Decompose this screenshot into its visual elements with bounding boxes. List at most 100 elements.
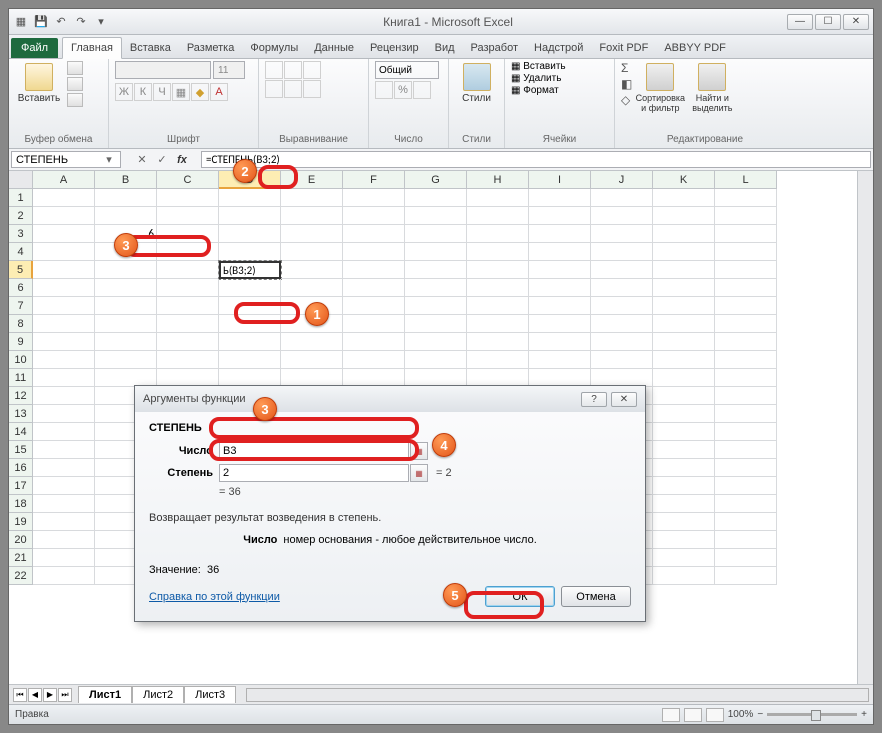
cell-I9[interactable] — [529, 333, 591, 351]
cell-K7[interactable] — [653, 297, 715, 315]
col-header-A[interactable]: A — [33, 171, 95, 189]
cell-K13[interactable] — [653, 405, 715, 423]
cell-I2[interactable] — [529, 207, 591, 225]
view-layout-button[interactable] — [684, 708, 702, 722]
row-header-20[interactable]: 20 — [9, 531, 33, 549]
cell-B9[interactable] — [95, 333, 157, 351]
col-header-K[interactable]: K — [653, 171, 715, 189]
cell-K3[interactable] — [653, 225, 715, 243]
fill-icon[interactable]: ◧ — [621, 77, 632, 91]
cell-F1[interactable] — [343, 189, 405, 207]
cell-J2[interactable] — [591, 207, 653, 225]
cell-K16[interactable] — [653, 459, 715, 477]
row-header-22[interactable]: 22 — [9, 567, 33, 585]
tab-insert[interactable]: Вставка — [122, 38, 179, 58]
cell-D4[interactable] — [219, 243, 281, 261]
cell-A16[interactable] — [33, 459, 95, 477]
namebox-dropdown-icon[interactable]: ▾ — [102, 153, 116, 166]
cell-A11[interactable] — [33, 369, 95, 387]
cell-I4[interactable] — [529, 243, 591, 261]
cell-I3[interactable] — [529, 225, 591, 243]
cell-I10[interactable] — [529, 351, 591, 369]
save-icon[interactable]: 💾 — [33, 14, 49, 30]
row-header-7[interactable]: 7 — [9, 297, 33, 315]
cell-H5[interactable] — [467, 261, 529, 279]
col-header-J[interactable]: J — [591, 171, 653, 189]
currency-icon[interactable] — [375, 81, 393, 99]
find-select-button[interactable]: Найти и выделить — [688, 61, 736, 115]
fill-color-button[interactable]: ◆ — [191, 83, 209, 101]
cell-A9[interactable] — [33, 333, 95, 351]
cell-K18[interactable] — [653, 495, 715, 513]
cell-F3[interactable] — [343, 225, 405, 243]
col-header-H[interactable]: H — [467, 171, 529, 189]
font-color-button[interactable]: A — [210, 83, 228, 101]
cell-G4[interactable] — [405, 243, 467, 261]
cell-A2[interactable] — [33, 207, 95, 225]
cell-L20[interactable] — [715, 531, 777, 549]
view-normal-button[interactable] — [662, 708, 680, 722]
cell-K11[interactable] — [653, 369, 715, 387]
sheet-tab-2[interactable]: Лист2 — [132, 686, 184, 703]
cell-B5[interactable] — [95, 261, 157, 279]
arg-number-input[interactable] — [219, 442, 409, 460]
cell-A8[interactable] — [33, 315, 95, 333]
cell-F10[interactable] — [343, 351, 405, 369]
cells-format-button[interactable]: ▦ Формат — [511, 85, 559, 96]
cell-G1[interactable] — [405, 189, 467, 207]
cell-D10[interactable] — [219, 351, 281, 369]
cell-A14[interactable] — [33, 423, 95, 441]
cell-L14[interactable] — [715, 423, 777, 441]
cell-A22[interactable] — [33, 567, 95, 585]
sheet-tab-3[interactable]: Лист3 — [184, 686, 236, 703]
cell-G10[interactable] — [405, 351, 467, 369]
arg-power-input[interactable] — [219, 464, 409, 482]
cell-B8[interactable] — [95, 315, 157, 333]
cell-K1[interactable] — [653, 189, 715, 207]
alignment-buttons[interactable] — [265, 61, 321, 98]
cell-H9[interactable] — [467, 333, 529, 351]
row-header-4[interactable]: 4 — [9, 243, 33, 261]
cell-A12[interactable] — [33, 387, 95, 405]
row-header-2[interactable]: 2 — [9, 207, 33, 225]
row-header-16[interactable]: 16 — [9, 459, 33, 477]
cell-G5[interactable] — [405, 261, 467, 279]
cell-A15[interactable] — [33, 441, 95, 459]
col-header-G[interactable]: G — [405, 171, 467, 189]
cell-J7[interactable] — [591, 297, 653, 315]
row-header-12[interactable]: 12 — [9, 387, 33, 405]
cell-G7[interactable] — [405, 297, 467, 315]
insert-function-button[interactable]: fx — [173, 151, 191, 169]
cell-B6[interactable] — [95, 279, 157, 297]
cell-K12[interactable] — [653, 387, 715, 405]
row-header-1[interactable]: 1 — [9, 189, 33, 207]
cell-G9[interactable] — [405, 333, 467, 351]
cell-A20[interactable] — [33, 531, 95, 549]
sheet-nav-last-icon[interactable]: ⏭ — [58, 688, 72, 702]
cell-D3[interactable] — [219, 225, 281, 243]
col-header-I[interactable]: I — [529, 171, 591, 189]
cell-A6[interactable] — [33, 279, 95, 297]
cell-C1[interactable] — [157, 189, 219, 207]
cell-E5[interactable] — [281, 261, 343, 279]
cell-L18[interactable] — [715, 495, 777, 513]
redo-icon[interactable]: ↷ — [73, 14, 89, 30]
row-header-6[interactable]: 6 — [9, 279, 33, 297]
tab-review[interactable]: Рецензир — [362, 38, 427, 58]
autosum-icon[interactable]: Σ — [621, 61, 632, 75]
cell-D2[interactable] — [219, 207, 281, 225]
cell-C7[interactable] — [157, 297, 219, 315]
col-header-L[interactable]: L — [715, 171, 777, 189]
cell-A5[interactable] — [33, 261, 95, 279]
cell-K4[interactable] — [653, 243, 715, 261]
dialog-help-button[interactable]: ? — [581, 392, 607, 407]
dialog-close-button[interactable]: ✕ — [611, 392, 637, 407]
cell-D5[interactable]: Ь(B3;2) — [219, 261, 281, 279]
cell-L12[interactable] — [715, 387, 777, 405]
zoom-in-button[interactable]: + — [861, 709, 867, 720]
number-format-select[interactable]: Общий — [375, 61, 439, 79]
cell-I7[interactable] — [529, 297, 591, 315]
col-header-C[interactable]: C — [157, 171, 219, 189]
cell-J9[interactable] — [591, 333, 653, 351]
percent-icon[interactable]: % — [394, 81, 412, 99]
